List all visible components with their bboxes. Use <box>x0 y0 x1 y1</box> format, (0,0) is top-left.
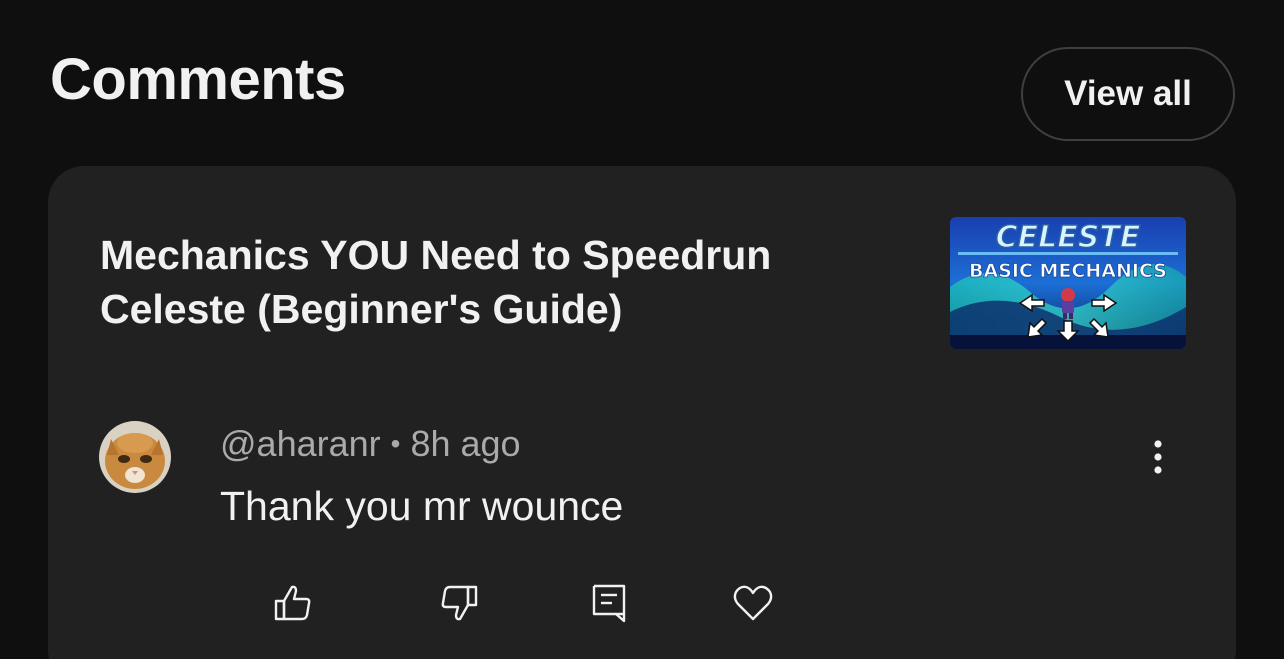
heart-icon <box>733 585 773 621</box>
comments-section: Comments View all Mechanics YOU Need to … <box>0 0 1284 659</box>
more-vertical-icon <box>1154 440 1162 474</box>
reply-button[interactable] <box>586 581 632 625</box>
heart-button[interactable] <box>730 581 776 625</box>
comment-text: Thank you mr wounce <box>220 483 624 529</box>
thumbnail-image: CELESTE BASIC MECHANICS <box>950 217 1186 349</box>
video-title[interactable]: Mechanics YOU Need to Speedrun Celeste (… <box>100 228 860 336</box>
comment-time: 8h ago <box>410 423 521 464</box>
reply-comment-icon <box>592 584 626 623</box>
view-all-button[interactable]: View all <box>1021 47 1235 141</box>
comment-author[interactable]: @aharanr <box>220 423 381 464</box>
avatar-image <box>99 421 171 493</box>
dislike-button[interactable] <box>436 581 482 625</box>
section-title: Comments <box>50 47 346 112</box>
thumbs-up-icon <box>274 585 311 621</box>
comment-meta: @aharanr • 8h ago <box>220 421 521 467</box>
thumbnail-subtitle: BASIC MECHANICS <box>969 260 1167 282</box>
comment-card[interactable]: Mechanics YOU Need to Speedrun Celeste (… <box>48 166 1236 659</box>
video-thumbnail[interactable]: CELESTE BASIC MECHANICS <box>950 217 1186 349</box>
thumbnail-game-title: CELESTE <box>996 220 1141 255</box>
meta-separator: • <box>390 428 401 459</box>
thumbs-down-icon <box>441 585 478 621</box>
more-options-button[interactable] <box>1138 434 1178 480</box>
avatar[interactable] <box>99 421 171 493</box>
like-button[interactable] <box>270 581 316 625</box>
